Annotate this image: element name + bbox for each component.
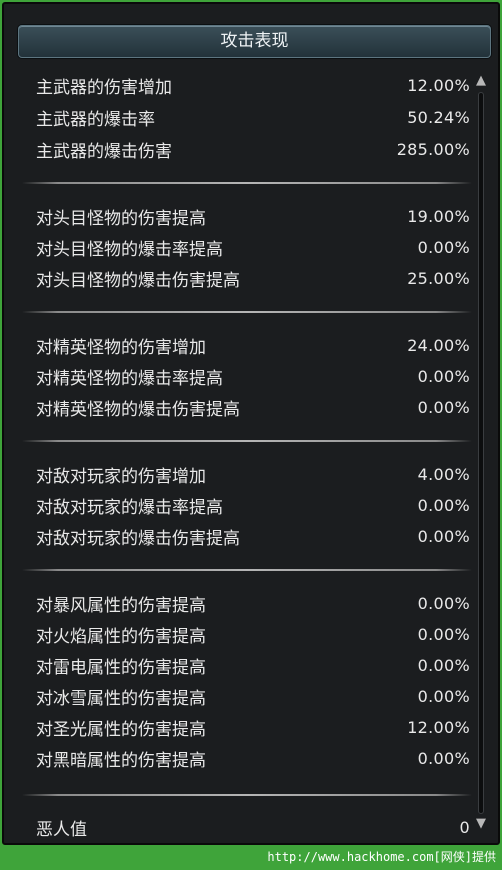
stat-row: 恶人值 0 — [36, 812, 470, 842]
scrollbar[interactable] — [478, 92, 484, 814]
stat-label: 对精英怪物的爆击率提高 — [36, 368, 223, 389]
stat-label: 恶人值 — [36, 819, 87, 840]
stat-row: 对精英怪物的爆击率提高 0.00% — [36, 361, 470, 391]
stat-value: 0.00% — [417, 526, 470, 546]
stat-value: 25.00% — [407, 268, 470, 288]
stat-row: 对精英怪物的爆击伤害提高 0.00% — [36, 392, 470, 422]
section-divider — [22, 440, 472, 442]
section-divider — [22, 182, 472, 184]
stat-value: 0.00% — [417, 748, 470, 768]
stat-row: 对敌对玩家的爆击伤害提高 0.00% — [36, 521, 470, 551]
stat-label: 对头目怪物的伤害提高 — [36, 208, 206, 229]
stat-value: 0.00% — [417, 624, 470, 644]
stat-label: 对头目怪物的爆击率提高 — [36, 239, 223, 260]
stat-value: 12.00% — [407, 75, 470, 95]
stat-row: 对圣光属性的伤害提高 12.00% — [36, 712, 470, 742]
stat-value: 0.00% — [417, 686, 470, 706]
stat-label: 对头目怪物的爆击伤害提高 — [36, 270, 240, 291]
stat-value: 4.00% — [417, 464, 470, 484]
stat-value: 0.00% — [417, 593, 470, 613]
stat-row: 对敌对玩家的伤害增加 4.00% — [36, 459, 470, 489]
stat-row: 对敌对玩家的爆击率提高 0.00% — [36, 490, 470, 520]
stat-row: 对头目怪物的爆击率提高 0.00% — [36, 232, 470, 262]
attack-stats-window: 攻击表现 主武器的伤害增加 12.00% 主武器的爆击率 50.24% 主武器的… — [2, 2, 500, 845]
stats-panel: 主武器的伤害增加 12.00% 主武器的爆击率 50.24% 主武器的爆击伤害 … — [22, 66, 474, 850]
stat-row: 对雷电属性的伤害提高 0.00% — [36, 650, 470, 680]
stat-value: 0.00% — [417, 366, 470, 386]
stat-label: 对敌对玩家的伤害增加 — [36, 466, 206, 487]
stat-row: 对暴风属性的伤害提高 0.00% — [36, 588, 470, 618]
stat-label: 主武器的爆击伤害 — [36, 141, 172, 162]
watermark-text: http://www.hackhome.com[网侠]提供 — [267, 850, 496, 864]
chevron-up-icon[interactable]: ▲ — [472, 73, 490, 89]
stat-value: 0.00% — [417, 237, 470, 257]
stat-label: 对敌对玩家的爆击率提高 — [36, 497, 223, 518]
stat-value: 50.24% — [407, 107, 470, 127]
stat-row: 对精英怪物的伤害增加 24.00% — [36, 330, 470, 360]
panel-title: 攻击表现 — [18, 25, 491, 58]
stat-value: 0 — [459, 817, 470, 837]
chevron-down-icon[interactable]: ▼ — [472, 816, 490, 832]
stat-label: 对精英怪物的爆击伤害提高 — [36, 399, 240, 420]
stat-label: 对火焰属性的伤害提高 — [36, 626, 206, 647]
stat-row: 主武器的爆击伤害 285.00% — [36, 134, 470, 164]
stat-row: 对头目怪物的伤害提高 19.00% — [36, 201, 470, 231]
stat-value: 285.00% — [396, 139, 470, 159]
stat-value: 0.00% — [417, 495, 470, 515]
stat-label: 对暴风属性的伤害提高 — [36, 595, 206, 616]
stat-row: 主武器的伤害增加 12.00% — [36, 70, 470, 100]
stat-row: 对冰雪属性的伤害提高 0.00% — [36, 681, 470, 711]
section-divider — [22, 311, 472, 313]
stat-row: 对头目怪物的爆击伤害提高 25.00% — [36, 263, 470, 293]
stat-label: 主武器的爆击率 — [36, 109, 155, 130]
stat-value: 12.00% — [407, 717, 470, 737]
stat-label: 主武器的伤害增加 — [36, 77, 172, 98]
stat-value: 0.00% — [417, 655, 470, 675]
section-divider — [22, 569, 472, 571]
stat-value: 24.00% — [407, 335, 470, 355]
stat-value: 19.00% — [407, 206, 470, 226]
stat-label: 对冰雪属性的伤害提高 — [36, 688, 206, 709]
stat-label: 对圣光属性的伤害提高 — [36, 719, 206, 740]
stat-row: 对火焰属性的伤害提高 0.00% — [36, 619, 470, 649]
stat-label: 对敌对玩家的爆击伤害提高 — [36, 528, 240, 549]
stat-row: 对黑暗属性的伤害提高 0.00% — [36, 743, 470, 773]
stat-value: 0.00% — [417, 397, 470, 417]
stat-row: 主武器的爆击率 50.24% — [36, 102, 470, 132]
stat-label: 对黑暗属性的伤害提高 — [36, 750, 206, 771]
stat-label: 对雷电属性的伤害提高 — [36, 657, 206, 678]
section-divider — [22, 794, 472, 796]
stat-label: 对精英怪物的伤害增加 — [36, 337, 206, 358]
